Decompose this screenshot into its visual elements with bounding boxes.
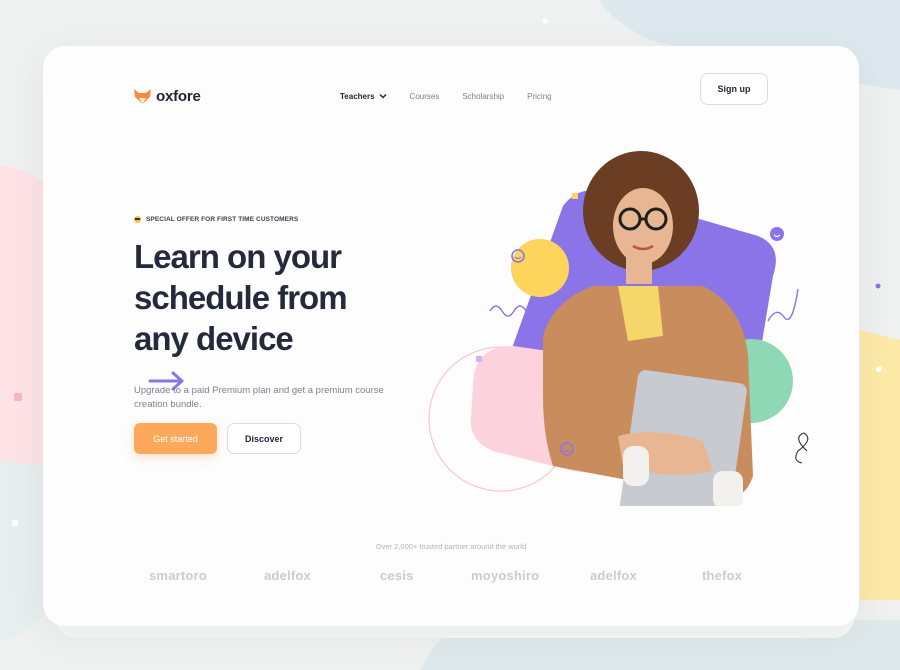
brand-logo[interactable]: oxfore <box>134 88 201 105</box>
chevron-down-icon <box>379 94 387 99</box>
partner-logo: thefox <box>702 568 743 583</box>
partner-logo: moyoshiro <box>471 568 540 583</box>
hero-subtext: Upgrade to a paid Premium plan and get a… <box>134 384 384 410</box>
main-menu: Teachers Courses Scholarship Pricing <box>340 80 552 112</box>
nav-item-teachers[interactable]: Teachers <box>340 92 387 101</box>
offer-tagline: SPECIAL OFFER FOR FIRST TIME CUSTOMERS <box>134 216 298 223</box>
headline-line-1: Learn on your <box>134 238 342 275</box>
partner-logo: cesis <box>380 568 414 583</box>
nav-item-courses[interactable]: Courses <box>410 92 440 101</box>
hero-illustration <box>428 151 809 506</box>
partners-caption: Over 2,000+ trusted partner around the w… <box>375 542 527 551</box>
sunglasses-emoji-icon <box>134 216 141 223</box>
signup-button[interactable]: Sign up <box>700 73 768 105</box>
nav-item-label: Teachers <box>340 91 375 101</box>
headline-line-3: any device <box>134 320 294 357</box>
headline-line-2: schedule from <box>134 279 348 316</box>
discover-button[interactable]: Discover <box>227 423 301 454</box>
partner-logo: smartoro <box>149 568 207 583</box>
nav-item-pricing[interactable]: Pricing <box>527 92 551 101</box>
partner-logos: smartoro adelfox cesis moyoshiro adelfox… <box>134 568 784 586</box>
fox-logo-icon <box>134 88 151 104</box>
navbar: oxfore Teachers Courses Scholarship Pric… <box>134 73 768 112</box>
partner-logo: adelfox <box>590 568 637 583</box>
partner-logo: adelfox <box>264 568 311 583</box>
brand-name: oxfore <box>156 87 201 105</box>
get-started-button[interactable]: Get started <box>134 423 217 454</box>
landing-card: oxfore Teachers Courses Scholarship Pric… <box>43 46 859 626</box>
offer-text: SPECIAL OFFER FOR FIRST TIME CUSTOMERS <box>146 216 299 223</box>
hero-headline: Learn on your schedule from any device <box>134 236 348 400</box>
nav-item-scholarship[interactable]: Scholarship <box>462 92 504 101</box>
